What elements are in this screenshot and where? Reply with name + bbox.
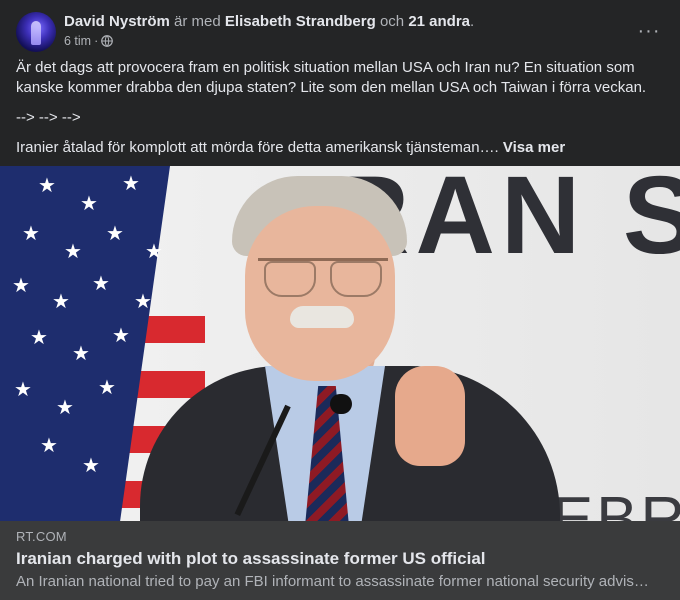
post-timestamp[interactable]: 6 tim: [64, 33, 91, 49]
link-preview-image[interactable]: RAN S ELEBR ★ ★ ★ ★ ★ ★ ★ ★ ★ ★ ★ ★ ★ ★ ★ ★ ★ ★ ★: [0, 166, 680, 521]
speaker-photo: [140, 166, 560, 521]
tagged-name[interactable]: Elisabeth Strandberg: [225, 13, 376, 30]
link-description: An Iranian national tried to pay an FBI …: [16, 573, 649, 590]
and-text: och: [375, 13, 409, 30]
link-preview-box[interactable]: RT.COM Iranian charged with plot to assa…: [0, 521, 680, 600]
see-more-link[interactable]: Visa mer: [503, 139, 565, 156]
feed-post: David Nyström är med Elisabeth Strandber…: [0, 0, 680, 600]
post-meta: 6 tim ·: [64, 33, 114, 49]
with-text: är med: [169, 13, 225, 30]
post-paragraph-1: Är det dags att provocera fram en politi…: [16, 59, 647, 96]
link-domain: RT.COM: [16, 529, 67, 544]
meta-separator: ·: [94, 34, 99, 48]
link-title[interactable]: Iranian charged with plot to assassinate…: [16, 549, 486, 569]
post-paragraph-3-text: Iranier åtalad för komplott att mörda fö…: [16, 139, 499, 156]
post-byline: David Nyström är med Elisabeth Strandber…: [64, 12, 474, 32]
others-link[interactable]: 21 andra: [408, 13, 470, 30]
post-paragraph-3: Iranier åtalad för komplott att mörda fö…: [16, 138, 656, 158]
post-text: Är det dags att provocera fram en politi…: [16, 58, 656, 168]
more-horizontal-icon[interactable]: ···: [634, 16, 664, 46]
avatar[interactable]: [16, 12, 56, 52]
author-name[interactable]: David Nyström: [64, 13, 170, 30]
globe-icon[interactable]: [101, 35, 114, 47]
post-header: David Nyström är med Elisabeth Strandber…: [16, 12, 664, 54]
period: .: [470, 13, 475, 30]
post-paragraph-2: --> --> -->: [16, 109, 81, 126]
